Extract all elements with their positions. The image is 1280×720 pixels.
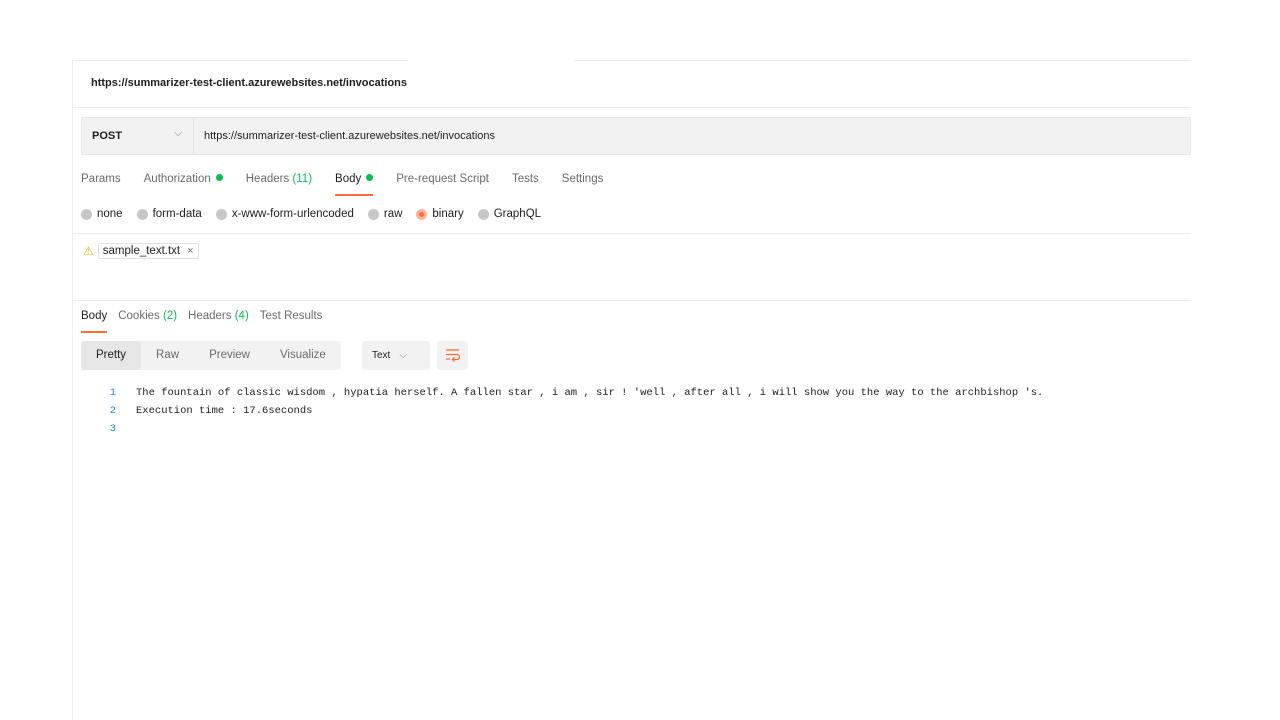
tab-label: Headers	[245, 173, 290, 185]
chevron-down-icon: ⌵	[174, 127, 183, 139]
file-selection: ⚠ sample_text.txt ×	[83, 243, 199, 259]
view-tab-pretty[interactable]: Pretty	[81, 341, 142, 370]
radio-label: binary	[432, 208, 464, 220]
response-view-tabs: Pretty Raw Preview Visualize	[81, 341, 341, 370]
code-line: 2 Execution time : 17.6seconds	[91, 402, 1043, 420]
radio-graphql[interactable]: GraphQL	[477, 208, 542, 220]
file-name: sample_text.txt	[102, 244, 181, 257]
tab-headers[interactable]: Headers (11)	[246, 172, 312, 196]
code-line: 3	[91, 420, 1043, 438]
tab-label: Body	[335, 173, 362, 185]
status-dot	[366, 174, 374, 181]
tab-label: Pre-request Script	[396, 173, 489, 185]
response-tab-cookies[interactable]: Cookies (2)	[118, 309, 177, 333]
chevron-down-icon: ⌵	[399, 350, 407, 361]
url-input[interactable]: https://summarizer-test-client.azurewebs…	[204, 130, 495, 142]
view-tab-visualize[interactable]: Visualize	[265, 341, 341, 370]
tab-pre-request-script[interactable]: Pre-request Script	[396, 172, 489, 196]
line-number: 1	[109, 387, 116, 399]
radio-form-data[interactable]: form-data	[136, 208, 202, 220]
tab-authorization[interactable]: Authorization	[144, 172, 223, 196]
body-type-options: none form-data x-www-form-urlencoded raw…	[81, 208, 555, 220]
request-panel: https://summarizer-test-client.azurewebs…	[72, 60, 1191, 720]
tab-body[interactable]: Body	[335, 172, 374, 196]
response-tab-test-results[interactable]: Test Results	[260, 309, 323, 333]
code-line: 1 The fountain of classic wisdom , hypat…	[91, 384, 1044, 402]
tab-params[interactable]: Params	[81, 172, 121, 196]
radio-x-www-form-urlencoded[interactable]: x-www-form-urlencoded	[215, 208, 354, 220]
radio-label: x-www-form-urlencoded	[231, 208, 354, 220]
radio-indicator	[477, 208, 489, 220]
format-select[interactable]: Text ⌵	[362, 341, 430, 370]
tab-label: Headers	[188, 310, 232, 322]
format-value: Text	[372, 350, 391, 361]
top-border	[73, 60, 1191, 61]
tab-count: (11)	[292, 173, 313, 185]
radio-indicator	[136, 208, 148, 220]
tab-tests[interactable]: Tests	[512, 172, 539, 196]
line-text: Execution time : 17.6seconds	[136, 405, 313, 417]
radio-label: raw	[383, 208, 403, 220]
method-label: POST	[92, 130, 122, 142]
radio-label: form-data	[152, 208, 202, 220]
line-number: 3	[109, 423, 116, 435]
divider	[73, 107, 1191, 108]
tab-label: Params	[81, 173, 121, 185]
radio-none[interactable]: none	[81, 208, 123, 220]
response-body[interactable]: 1 The fountain of classic wisdom , hypat…	[91, 384, 1044, 438]
tab-count: (4)	[234, 310, 249, 322]
divider	[73, 233, 1191, 234]
tab-settings[interactable]: Settings	[562, 172, 604, 196]
radio-label: none	[97, 208, 123, 220]
tab-label: Authorization	[143, 173, 211, 185]
radio-indicator	[215, 208, 227, 220]
request-tabs: Params Authorization Headers (11) Body P…	[81, 172, 626, 196]
wrap-lines-button[interactable]	[437, 341, 468, 370]
radio-indicator	[81, 208, 92, 220]
view-tab-raw[interactable]: Raw	[141, 341, 194, 370]
tab-label: Body	[81, 310, 108, 322]
tab-label: Settings	[561, 173, 604, 185]
radio-binary[interactable]: binary	[416, 208, 464, 220]
line-number: 2	[109, 405, 116, 417]
line-text: The fountain of classic wisdom , hypatia…	[136, 387, 1044, 399]
word-wrap-icon	[446, 349, 461, 362]
file-chip[interactable]: sample_text.txt ×	[97, 243, 199, 259]
radio-indicator	[367, 208, 379, 220]
tab-label: Cookies	[118, 310, 160, 322]
divider	[73, 300, 1191, 301]
tab-label: Test Results	[259, 310, 323, 322]
url-bar: POST ⌵ https://summarizer-test-client.az…	[81, 117, 1191, 155]
response-tab-body[interactable]: Body	[81, 309, 108, 333]
close-icon[interactable]: ×	[187, 245, 193, 257]
tab-label: Tests	[511, 173, 539, 185]
active-request-tab-gap	[408, 60, 574, 62]
response-tabs: Body Cookies (2) Headers (4) Test Result…	[81, 309, 333, 333]
warning-icon: ⚠	[83, 244, 94, 258]
radio-indicator-checked	[416, 208, 428, 220]
response-tab-headers[interactable]: Headers (4)	[188, 309, 249, 333]
tab-count: (2)	[162, 310, 178, 322]
radio-raw[interactable]: raw	[367, 208, 403, 220]
request-title[interactable]: https://summarizer-test-client.azurewebs…	[91, 77, 407, 89]
view-tab-preview[interactable]: Preview	[194, 341, 265, 370]
method-select[interactable]: POST ⌵	[82, 118, 194, 154]
status-dot	[215, 174, 223, 181]
radio-label: GraphQL	[493, 208, 542, 220]
